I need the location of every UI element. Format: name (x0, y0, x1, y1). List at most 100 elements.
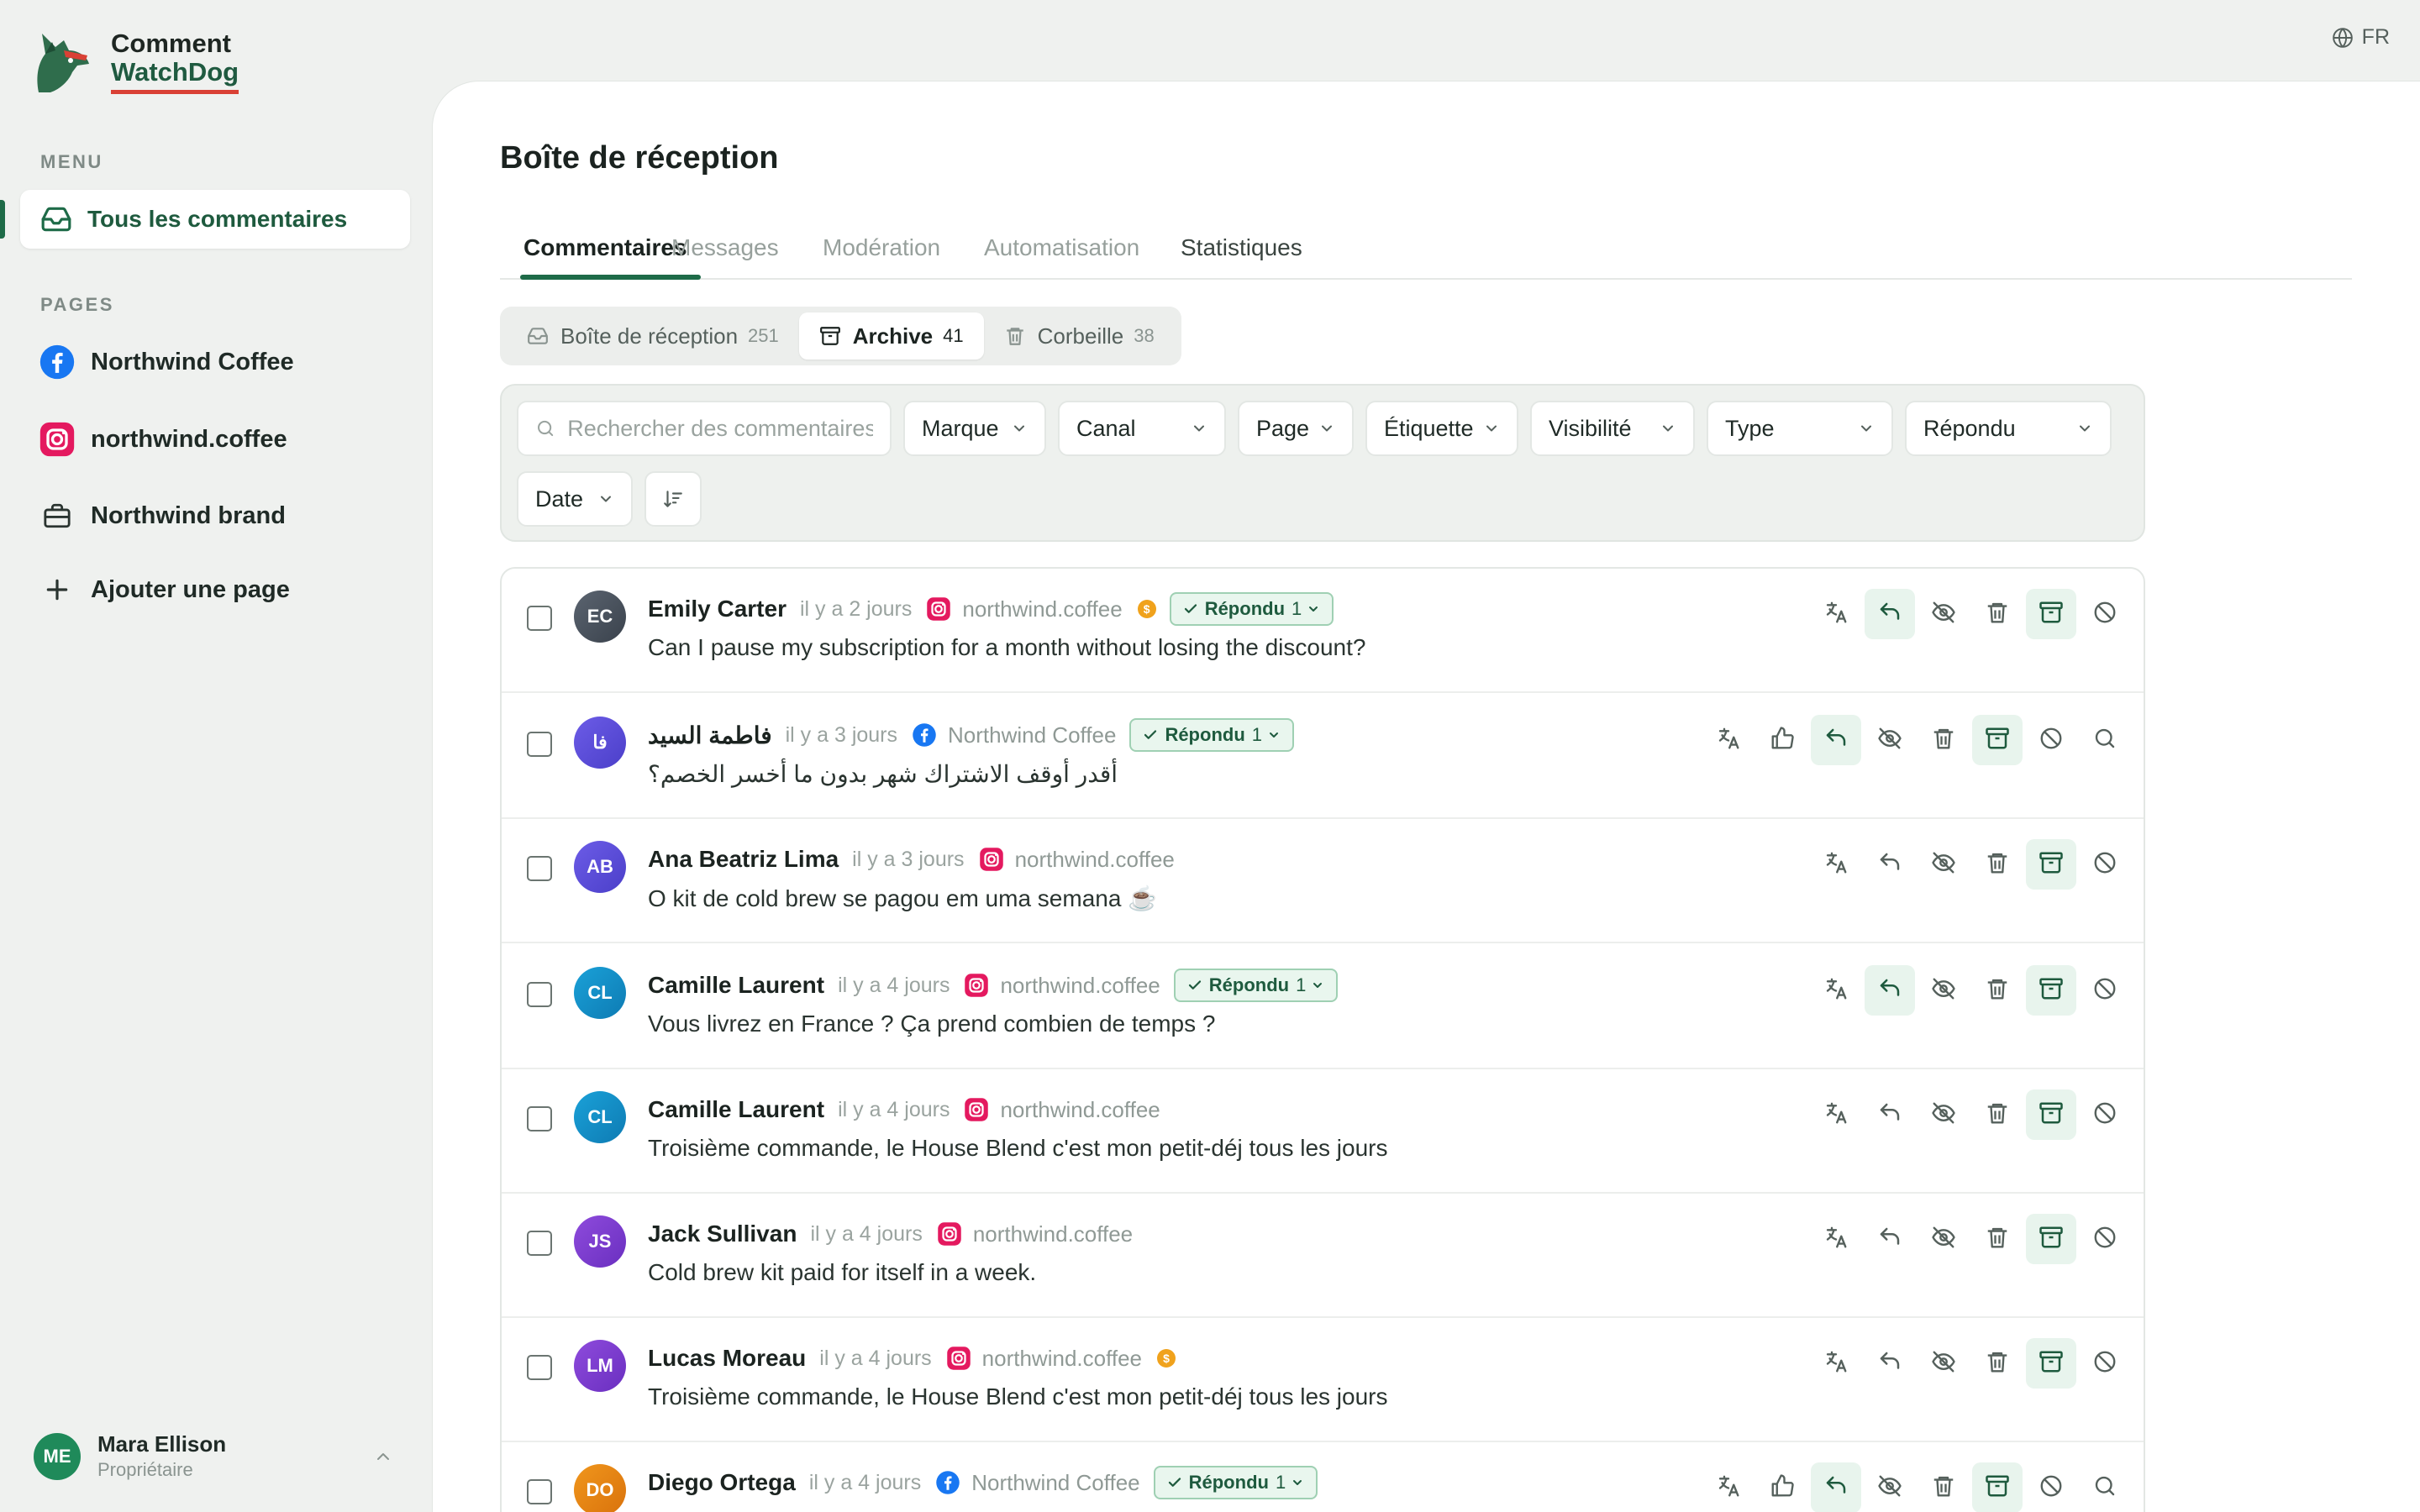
author-name[interactable]: Diego Ortega (648, 1469, 796, 1496)
delete-button[interactable] (1918, 715, 1969, 765)
archive-button[interactable] (2026, 839, 2076, 890)
comment-row[interactable]: CL Camille Laurent il y a 4 jours northwind… (502, 1069, 2144, 1194)
block-button[interactable] (2080, 1214, 2130, 1264)
delete-button[interactable] (1972, 1214, 2023, 1264)
hide-button[interactable] (1865, 1462, 1915, 1512)
reply-button[interactable] (1865, 1089, 1915, 1140)
replied-badge[interactable]: Répondu 1 (1153, 1466, 1318, 1499)
sort-button[interactable] (644, 471, 702, 527)
archive-button[interactable] (2026, 1214, 2076, 1264)
tab-messages[interactable]: Messages (658, 226, 792, 278)
block-button[interactable] (2080, 589, 2130, 639)
archive-button[interactable] (2026, 1089, 2076, 1140)
like-button[interactable] (1757, 715, 1807, 765)
source-page[interactable]: northwind.coffee (963, 1096, 1160, 1123)
user-menu[interactable]: ME Mara Ellison Propriétaire (34, 1431, 403, 1481)
author-name[interactable]: Camille Laurent (648, 972, 824, 999)
source-page[interactable]: northwind.coffee (945, 1345, 1142, 1372)
source-page[interactable]: northwind.coffee (925, 596, 1123, 622)
reply-button[interactable] (1865, 1214, 1915, 1264)
delete-button[interactable] (1972, 1089, 2023, 1140)
row-checkbox[interactable] (527, 1231, 552, 1256)
source-page[interactable]: northwind.coffee (978, 846, 1175, 873)
source-page[interactable]: Northwind Coffee (934, 1469, 1140, 1496)
segment-trash[interactable]: Corbeille 38 (984, 312, 1175, 360)
row-checkbox[interactable] (527, 606, 552, 631)
hide-button[interactable] (1918, 589, 1969, 639)
reply-button[interactable] (1811, 1462, 1861, 1512)
comment-row[interactable]: JS Jack Sullivan il y a 4 jours northwind.c… (502, 1194, 2144, 1318)
search-input[interactable]: Rechercher des commentaires... (517, 401, 892, 456)
translate-button[interactable] (1811, 965, 1861, 1016)
reply-button[interactable] (1865, 589, 1915, 639)
archive-button[interactable] (2026, 965, 2076, 1016)
hide-button[interactable] (1918, 1214, 1969, 1264)
archive-button[interactable] (2026, 1338, 2076, 1389)
translate-button[interactable] (1811, 839, 1861, 890)
tab-automation[interactable]: Automatisation (971, 226, 1153, 278)
logo[interactable]: Comment WatchDog (27, 25, 239, 97)
block-button[interactable] (2080, 965, 2130, 1016)
segment-archive[interactable]: Archive 41 (798, 312, 984, 360)
block-button[interactable] (2080, 1338, 2130, 1389)
author-name[interactable]: Lucas Moreau (648, 1345, 806, 1372)
filter-replied[interactable]: Répondu (1905, 401, 2112, 456)
nav-all-comments[interactable]: Tous les commentaires (20, 190, 410, 249)
like-button[interactable] (1757, 1462, 1807, 1512)
comment-row[interactable]: AB Ana Beatriz Lima il y a 3 jours northwin… (502, 819, 2144, 943)
filter-type[interactable]: Type (1707, 401, 1893, 456)
reply-button[interactable] (1811, 715, 1861, 765)
delete-button[interactable] (1972, 589, 2023, 639)
block-button[interactable] (2080, 1089, 2130, 1140)
language-switcher[interactable]: FR (2332, 25, 2390, 50)
translate-button[interactable] (1703, 715, 1754, 765)
page-item-northwind-coffee-ig[interactable]: northwind.coffee (39, 421, 287, 458)
source-page[interactable]: northwind.coffee (963, 972, 1160, 999)
comment-row[interactable]: LM Lucas Moreau il y a 4 jours northwind.co… (502, 1318, 2144, 1442)
source-page[interactable]: northwind.coffee (936, 1221, 1133, 1247)
reply-button[interactable] (1865, 839, 1915, 890)
translate-button[interactable] (1811, 1214, 1861, 1264)
block-button[interactable] (2026, 715, 2076, 765)
filter-brand[interactable]: Marque (903, 401, 1046, 456)
reply-button[interactable] (1865, 1338, 1915, 1389)
delete-button[interactable] (1972, 1338, 2023, 1389)
filter-channel[interactable]: Canal (1058, 401, 1226, 456)
translate-button[interactable] (1703, 1462, 1754, 1512)
comment-row[interactable]: DO Diego Ortega il y a 4 jours Northwind Co… (502, 1442, 2144, 1512)
hide-button[interactable] (1918, 839, 1969, 890)
page-item-northwind-coffee[interactable]: Northwind Coffee (39, 344, 294, 381)
row-checkbox[interactable] (527, 1355, 552, 1380)
segment-inbox[interactable]: Boîte de réception 251 (507, 312, 799, 360)
block-button[interactable] (2026, 1462, 2076, 1512)
filter-tag[interactable]: Étiquette (1365, 401, 1518, 456)
comment-row[interactable]: فا فاطمة السيد il y a 3 jours Northwind Cof… (502, 695, 2144, 819)
comment-row[interactable]: CL Camille Laurent il y a 4 jours northwind… (502, 945, 2144, 1069)
source-page[interactable]: Northwind Coffee (911, 722, 1116, 748)
delete-button[interactable] (1918, 1462, 1969, 1512)
page-item-northwind-brand[interactable]: Northwind brand (39, 497, 286, 534)
archive-button[interactable] (1972, 1462, 2023, 1512)
author-name[interactable]: Ana Beatriz Lima (648, 846, 839, 873)
filter-date[interactable]: Date (517, 471, 633, 527)
row-checkbox[interactable] (527, 1106, 552, 1131)
hide-button[interactable] (1918, 965, 1969, 1016)
author-name[interactable]: Emily Carter (648, 596, 786, 622)
author-name[interactable]: فاطمة السيد (648, 722, 772, 749)
row-checkbox[interactable] (527, 982, 552, 1007)
replied-badge[interactable]: Répondu 1 (1129, 718, 1295, 752)
hide-button[interactable] (1865, 715, 1915, 765)
archive-button[interactable] (1972, 715, 2023, 765)
replied-badge[interactable]: Répondu 1 (1173, 969, 1339, 1002)
lookup-button[interactable] (2080, 715, 2130, 765)
translate-button[interactable] (1811, 1089, 1861, 1140)
translate-button[interactable] (1811, 1338, 1861, 1389)
delete-button[interactable] (1972, 965, 2023, 1016)
author-name[interactable]: Jack Sullivan (648, 1221, 797, 1247)
hide-button[interactable] (1918, 1338, 1969, 1389)
replied-badge[interactable]: Répondu 1 (1169, 592, 1334, 626)
delete-button[interactable] (1972, 839, 2023, 890)
block-button[interactable] (2080, 839, 2130, 890)
author-name[interactable]: Camille Laurent (648, 1096, 824, 1123)
reply-button[interactable] (1865, 965, 1915, 1016)
